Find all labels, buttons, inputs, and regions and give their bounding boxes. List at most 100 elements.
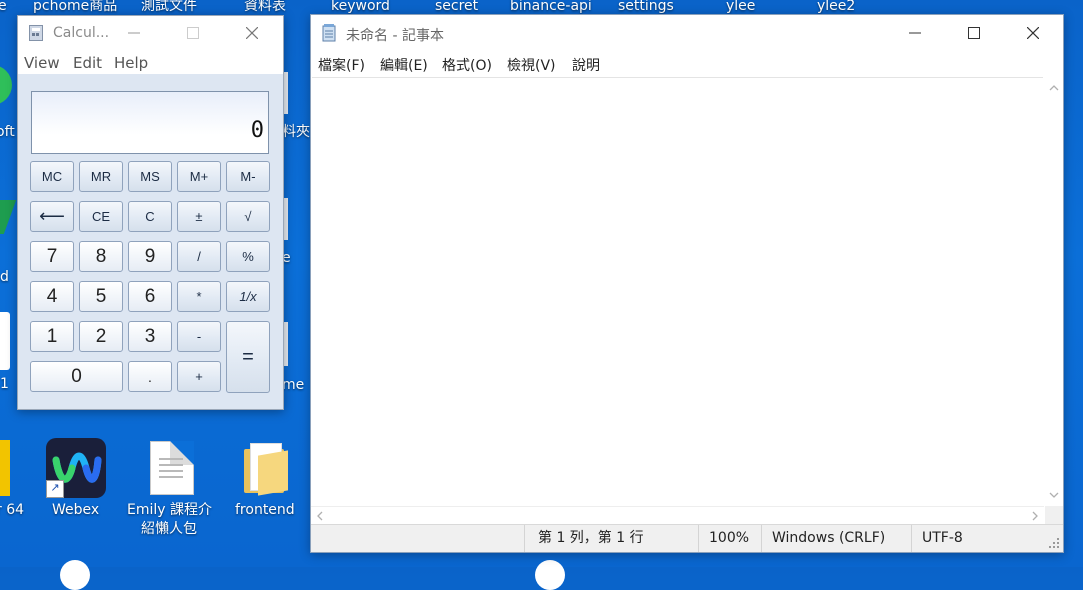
- decimal-button[interactable]: .: [128, 361, 172, 392]
- menu-edit[interactable]: Edit: [73, 54, 102, 72]
- maximize-icon: [968, 26, 980, 39]
- calculator-menubar: View Edit Help: [18, 50, 283, 74]
- scroll-down-icon[interactable]: [1045, 488, 1063, 502]
- desktop-icon-label[interactable]: binance-api: [510, 0, 592, 14]
- desktop-icon-label[interactable]: secret: [435, 0, 478, 14]
- app-icon-partial[interactable]: [0, 200, 17, 234]
- desktop-icon-label[interactable]: keyword: [331, 0, 390, 14]
- divide-button[interactable]: /: [177, 241, 221, 272]
- calculator-titlebar[interactable]: Calcul...: [18, 16, 283, 50]
- app-icon-partial[interactable]: [0, 312, 10, 370]
- maximize-button[interactable]: [951, 15, 997, 50]
- scrollbar-corner: [1045, 506, 1063, 524]
- scroll-right-icon[interactable]: [1028, 507, 1042, 525]
- status-zoom: 100%: [698, 525, 761, 552]
- desktop-icon-label[interactable]: 測試文件: [141, 0, 197, 14]
- taskbar-partial: [60, 560, 90, 590]
- desktop-icon-label[interactable]: Webex: [52, 502, 99, 518]
- maximize-icon: [187, 27, 199, 39]
- status-bar: 第 1 列，第 1 行 100% Windows (CRLF) UTF-8: [311, 524, 1063, 552]
- notepad-menubar: 檔案(F) 編輯(E) 格式(O) 檢視(V) 說明: [311, 50, 1063, 76]
- percent-button[interactable]: %: [226, 241, 270, 272]
- status-line-ending: Windows (CRLF): [761, 525, 911, 552]
- horizontal-scrollbar[interactable]: [311, 506, 1044, 525]
- desktop-icon-label[interactable]: 1: [0, 376, 9, 392]
- folder-icon[interactable]: [244, 443, 288, 496]
- mc-button[interactable]: MC: [30, 161, 74, 192]
- digit-8-button[interactable]: 8: [79, 241, 123, 272]
- menu-view[interactable]: 檢視(V): [507, 55, 556, 75]
- digit-1-button[interactable]: 1: [30, 321, 74, 352]
- digit-9-button[interactable]: 9: [128, 241, 172, 272]
- display-value: 0: [250, 118, 264, 143]
- desktop-icon-label[interactable]: ylee2: [817, 0, 855, 14]
- m-plus-button[interactable]: M+: [177, 161, 221, 192]
- equals-button[interactable]: =: [226, 321, 270, 393]
- calculator-window: Calcul... View Edit Help 0 MC MR MS M+ M…: [17, 15, 284, 410]
- desktop-icon-label[interactable]: oft: [0, 124, 15, 140]
- reciprocal-button[interactable]: 1/x: [226, 281, 270, 312]
- digit-7-button[interactable]: 7: [30, 241, 74, 272]
- minimize-button[interactable]: [111, 16, 157, 50]
- close-button[interactable]: [1010, 15, 1056, 50]
- desktop-icon-label[interactable]: d: [0, 269, 9, 285]
- digit-2-button[interactable]: 2: [79, 321, 123, 352]
- menu-format[interactable]: 格式(O): [442, 55, 492, 75]
- menu-help[interactable]: 說明: [572, 55, 600, 75]
- resize-grip-icon[interactable]: [1048, 537, 1060, 549]
- subtract-button[interactable]: -: [177, 321, 221, 352]
- desktop-icon-label[interactable]: me: [282, 377, 304, 393]
- desktop-icon-label[interactable]: e: [0, 0, 7, 14]
- desktop-icon-label[interactable]: ylee: [726, 0, 755, 14]
- digit-3-button[interactable]: 3: [128, 321, 172, 352]
- desktop-icon-label[interactable]: 料夾: [282, 124, 310, 140]
- status-encoding: UTF-8: [911, 525, 1041, 552]
- app-icon-partial[interactable]: [0, 440, 10, 496]
- menu-view[interactable]: View: [24, 54, 60, 72]
- maximize-button[interactable]: [170, 16, 216, 50]
- desktop-icon-label[interactable]: pchome商品: [33, 0, 117, 14]
- add-button[interactable]: +: [177, 361, 221, 392]
- menu-help[interactable]: Help: [114, 54, 148, 72]
- digit-5-button[interactable]: 5: [79, 281, 123, 312]
- close-icon: [1027, 26, 1039, 39]
- window-title: 未命名 - 記事本: [346, 28, 444, 44]
- vertical-scrollbar[interactable]: [1045, 77, 1063, 506]
- document-icon[interactable]: [150, 441, 194, 495]
- close-icon: [246, 27, 258, 39]
- digit-6-button[interactable]: 6: [128, 281, 172, 312]
- ms-button[interactable]: MS: [128, 161, 172, 192]
- window-title: Calcul...: [53, 25, 110, 41]
- text-editor[interactable]: [312, 77, 1043, 507]
- notepad-app-icon: [321, 24, 337, 42]
- desktop-icon-label[interactable]: Emily 課程介: [127, 502, 212, 518]
- scroll-left-icon[interactable]: [313, 507, 327, 525]
- desktop-icon-label[interactable]: settings: [618, 0, 674, 14]
- taskbar-partial: [535, 560, 565, 590]
- desktop-icon-label[interactable]: r 64: [0, 502, 24, 518]
- menu-edit[interactable]: 編輯(E): [380, 55, 428, 75]
- app-icon-partial[interactable]: [0, 65, 12, 105]
- c-button[interactable]: C: [128, 201, 172, 232]
- menu-file[interactable]: 檔案(F): [318, 55, 365, 75]
- backspace-button[interactable]: ⟵: [30, 201, 74, 232]
- desktop-icon-label[interactable]: 紹懶人包: [141, 521, 197, 537]
- calculator-app-icon: [29, 25, 43, 41]
- desktop-icon-label[interactable]: 資料表: [244, 0, 286, 14]
- calculator-display: 0: [31, 91, 269, 154]
- notepad-titlebar[interactable]: 未命名 - 記事本: [311, 15, 1063, 50]
- m-minus-button[interactable]: M-: [226, 161, 270, 192]
- ce-button[interactable]: CE: [79, 201, 123, 232]
- mr-button[interactable]: MR: [79, 161, 123, 192]
- minimize-button[interactable]: [892, 15, 938, 50]
- sqrt-button[interactable]: √: [226, 201, 270, 232]
- webex-icon[interactable]: ↗: [46, 438, 106, 498]
- plus-minus-button[interactable]: ±: [177, 201, 221, 232]
- digit-0-button[interactable]: 0: [30, 361, 123, 392]
- close-button[interactable]: [229, 16, 275, 50]
- digit-4-button[interactable]: 4: [30, 281, 74, 312]
- desktop-icon-label[interactable]: frontend: [235, 502, 295, 518]
- shortcut-arrow-icon: ↗: [46, 480, 64, 498]
- scroll-up-icon[interactable]: [1045, 81, 1063, 95]
- multiply-button[interactable]: *: [177, 281, 221, 312]
